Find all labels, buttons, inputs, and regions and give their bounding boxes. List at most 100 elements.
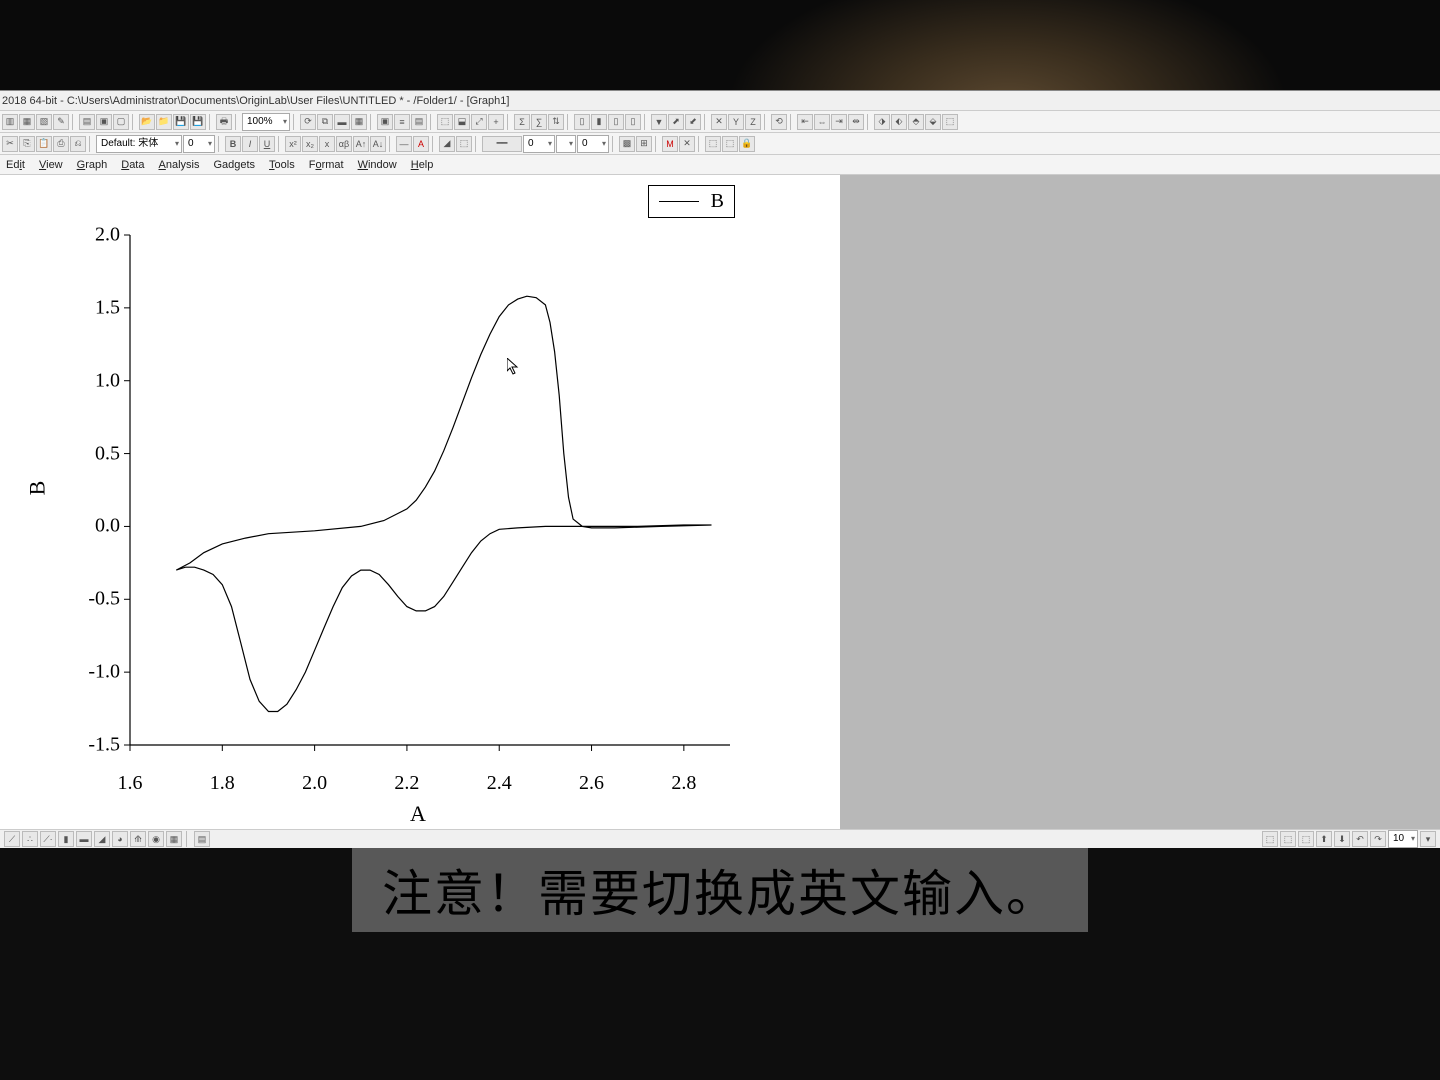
bar-plot-icon[interactable]: ▬ [76, 831, 92, 847]
code-builder-icon[interactable]: ▦ [351, 114, 367, 130]
linescatter-plot-icon[interactable]: ⟋· [40, 831, 56, 847]
front-icon[interactable]: ⬆ [1316, 831, 1332, 847]
decrease-font-icon[interactable]: A↓ [370, 136, 386, 152]
font-color-icon[interactable]: A [413, 136, 429, 152]
template-icon[interactable]: 📁 [156, 114, 172, 130]
line-style-icon[interactable]: — [396, 136, 412, 152]
plot-svg[interactable] [30, 195, 790, 815]
line-plot-icon[interactable]: ⟋ [4, 831, 20, 847]
add-legend-icon[interactable]: ▤ [411, 114, 427, 130]
increase-font-icon[interactable]: A↑ [353, 136, 369, 152]
linestyle-combo[interactable] [556, 135, 576, 153]
menu-analysis[interactable]: Analysis [158, 159, 199, 171]
paste-icon[interactable]: 📋 [36, 136, 52, 152]
open-icon[interactable]: 📂 [139, 114, 155, 130]
surface-plot-icon[interactable]: ▦ [166, 831, 182, 847]
unmask-mode-icon[interactable]: ✕ [679, 136, 695, 152]
add-axis-icon[interactable]: + [488, 114, 504, 130]
polar-plot-icon[interactable]: ◉ [148, 831, 164, 847]
col-stats-icon[interactable]: ▯ [574, 114, 590, 130]
italic-icon[interactable]: I [242, 136, 258, 152]
refresh-icon[interactable]: ⟳ [300, 114, 316, 130]
line-sample-icon[interactable]: ━━ [482, 136, 522, 152]
back-icon[interactable]: ⬇ [1334, 831, 1350, 847]
switch-graph-icon[interactable]: ⬖ [891, 114, 907, 130]
align-spread-icon[interactable]: ⇹ [848, 114, 864, 130]
save-icon[interactable]: 💾 [173, 114, 189, 130]
extract-layers-icon[interactable]: ⬚ [437, 114, 453, 130]
fontsize-combo[interactable]: 0 [183, 135, 215, 153]
print-icon[interactable]: 🖶 [216, 114, 232, 130]
copy-page-icon[interactable]: ⎙ [53, 136, 69, 152]
switch-book-icon[interactable]: ⬗ [874, 114, 890, 130]
new-layout-icon[interactable]: ▢ [113, 114, 129, 130]
new-graph-icon[interactable]: ▣ [96, 114, 112, 130]
paste-format-icon[interactable]: ⎌ [70, 136, 86, 152]
fill-color-icon[interactable]: ◢ [439, 136, 455, 152]
align-right-icon[interactable]: ⇥ [831, 114, 847, 130]
cut-icon[interactable]: ✂ [2, 136, 18, 152]
new-color-icon[interactable]: ▬ [334, 114, 350, 130]
bold-icon[interactable]: B [225, 136, 241, 152]
rotate-right-icon[interactable]: ↷ [1370, 831, 1386, 847]
subscript-icon[interactable]: x₂ [302, 136, 318, 152]
antialias-icon[interactable]: ⬚ [705, 136, 721, 152]
new-project-icon[interactable]: ▥ [2, 114, 18, 130]
menu-tools[interactable]: Tools [269, 159, 295, 171]
3dline-plot-icon[interactable]: ⟰ [130, 831, 146, 847]
new-excel-icon[interactable]: ▤ [79, 114, 95, 130]
scatter-plot-icon[interactable]: ∴ [22, 831, 38, 847]
underline-icon[interactable]: U [259, 136, 275, 152]
x-axis-label[interactable]: A [410, 801, 426, 827]
align-left-icon[interactable]: ⇤ [797, 114, 813, 130]
options-icon[interactable]: ⬚ [942, 114, 958, 130]
digitizer-icon[interactable]: ⬙ [925, 114, 941, 130]
window-titlebar[interactable]: 2018 64-bit - C:\Users\Administrator\Doc… [0, 91, 1440, 111]
z-icon[interactable]: Z [745, 114, 761, 130]
data-highlight-icon[interactable]: ⬘ [908, 114, 924, 130]
template-library-icon[interactable]: ▤ [194, 831, 210, 847]
wizard-dropdown-icon[interactable]: ✎ [53, 114, 69, 130]
lock-icon[interactable]: 🔒 [739, 136, 755, 152]
linewidth-combo[interactable]: 0 [523, 135, 555, 153]
align-center-icon[interactable]: ⇔ [814, 114, 830, 130]
object-edit-icon[interactable]: ⬚ [1262, 831, 1278, 847]
copy-icon[interactable]: ⎘ [19, 136, 35, 152]
rotate-left-icon[interactable]: ↶ [1352, 831, 1368, 847]
menu-edit[interactable]: Edit [6, 159, 25, 171]
menu-window[interactable]: Window [358, 159, 397, 171]
menu-format[interactable]: Format [309, 159, 344, 171]
graph-window[interactable]: B -1.5-1.0-0.50.00.51.01.52.0 1.61.82.02… [0, 175, 840, 848]
column-plot-icon[interactable]: ▮ [58, 831, 74, 847]
merge-icon[interactable]: ⬓ [454, 114, 470, 130]
pattern-icon[interactable]: ▩ [619, 136, 635, 152]
y-icon[interactable]: Y [728, 114, 744, 130]
histogram-icon[interactable]: ▯ [608, 114, 624, 130]
save-template-icon[interactable]: 💾 [190, 114, 206, 130]
menu-view[interactable]: View [39, 159, 63, 171]
font-combo[interactable]: Default: 宋体 [96, 135, 182, 153]
new-workbook-icon[interactable]: ▦ [19, 114, 35, 130]
pie-plot-icon[interactable]: ◕ [112, 831, 128, 847]
bottom-dropdown-icon[interactable]: ▾ [1420, 831, 1436, 847]
plot-area[interactable]: B -1.5-1.0-0.50.00.51.01.52.0 1.61.82.02… [30, 195, 790, 815]
superscript-icon[interactable]: x² [285, 136, 301, 152]
duplicate-icon[interactable]: ⧉ [317, 114, 333, 130]
menu-help[interactable]: Help [411, 159, 434, 171]
group-icon[interactable]: ⬚ [1280, 831, 1296, 847]
recalc-icon[interactable]: ⟲ [771, 114, 787, 130]
sort-asc-icon[interactable]: ⇅ [548, 114, 564, 130]
series-line[interactable] [176, 296, 711, 711]
ungroup-icon[interactable]: ⬚ [1298, 831, 1314, 847]
legend[interactable]: B [648, 185, 735, 218]
sigma-icon[interactable]: Σ [514, 114, 530, 130]
bottom-num-combo[interactable]: 10 [1388, 830, 1418, 848]
line-color-icon[interactable]: ⬚ [456, 136, 472, 152]
symbol-combo[interactable]: 0 [577, 135, 609, 153]
gridlines-icon[interactable]: ⊞ [636, 136, 652, 152]
rescale-icon[interactable]: ⤢ [471, 114, 487, 130]
box-icon[interactable]: ▯ [625, 114, 641, 130]
mask-icon[interactable]: ⬈ [668, 114, 684, 130]
bar-stats-icon[interactable]: ▮ [591, 114, 607, 130]
add-text-icon[interactable]: ≡ [394, 114, 410, 130]
